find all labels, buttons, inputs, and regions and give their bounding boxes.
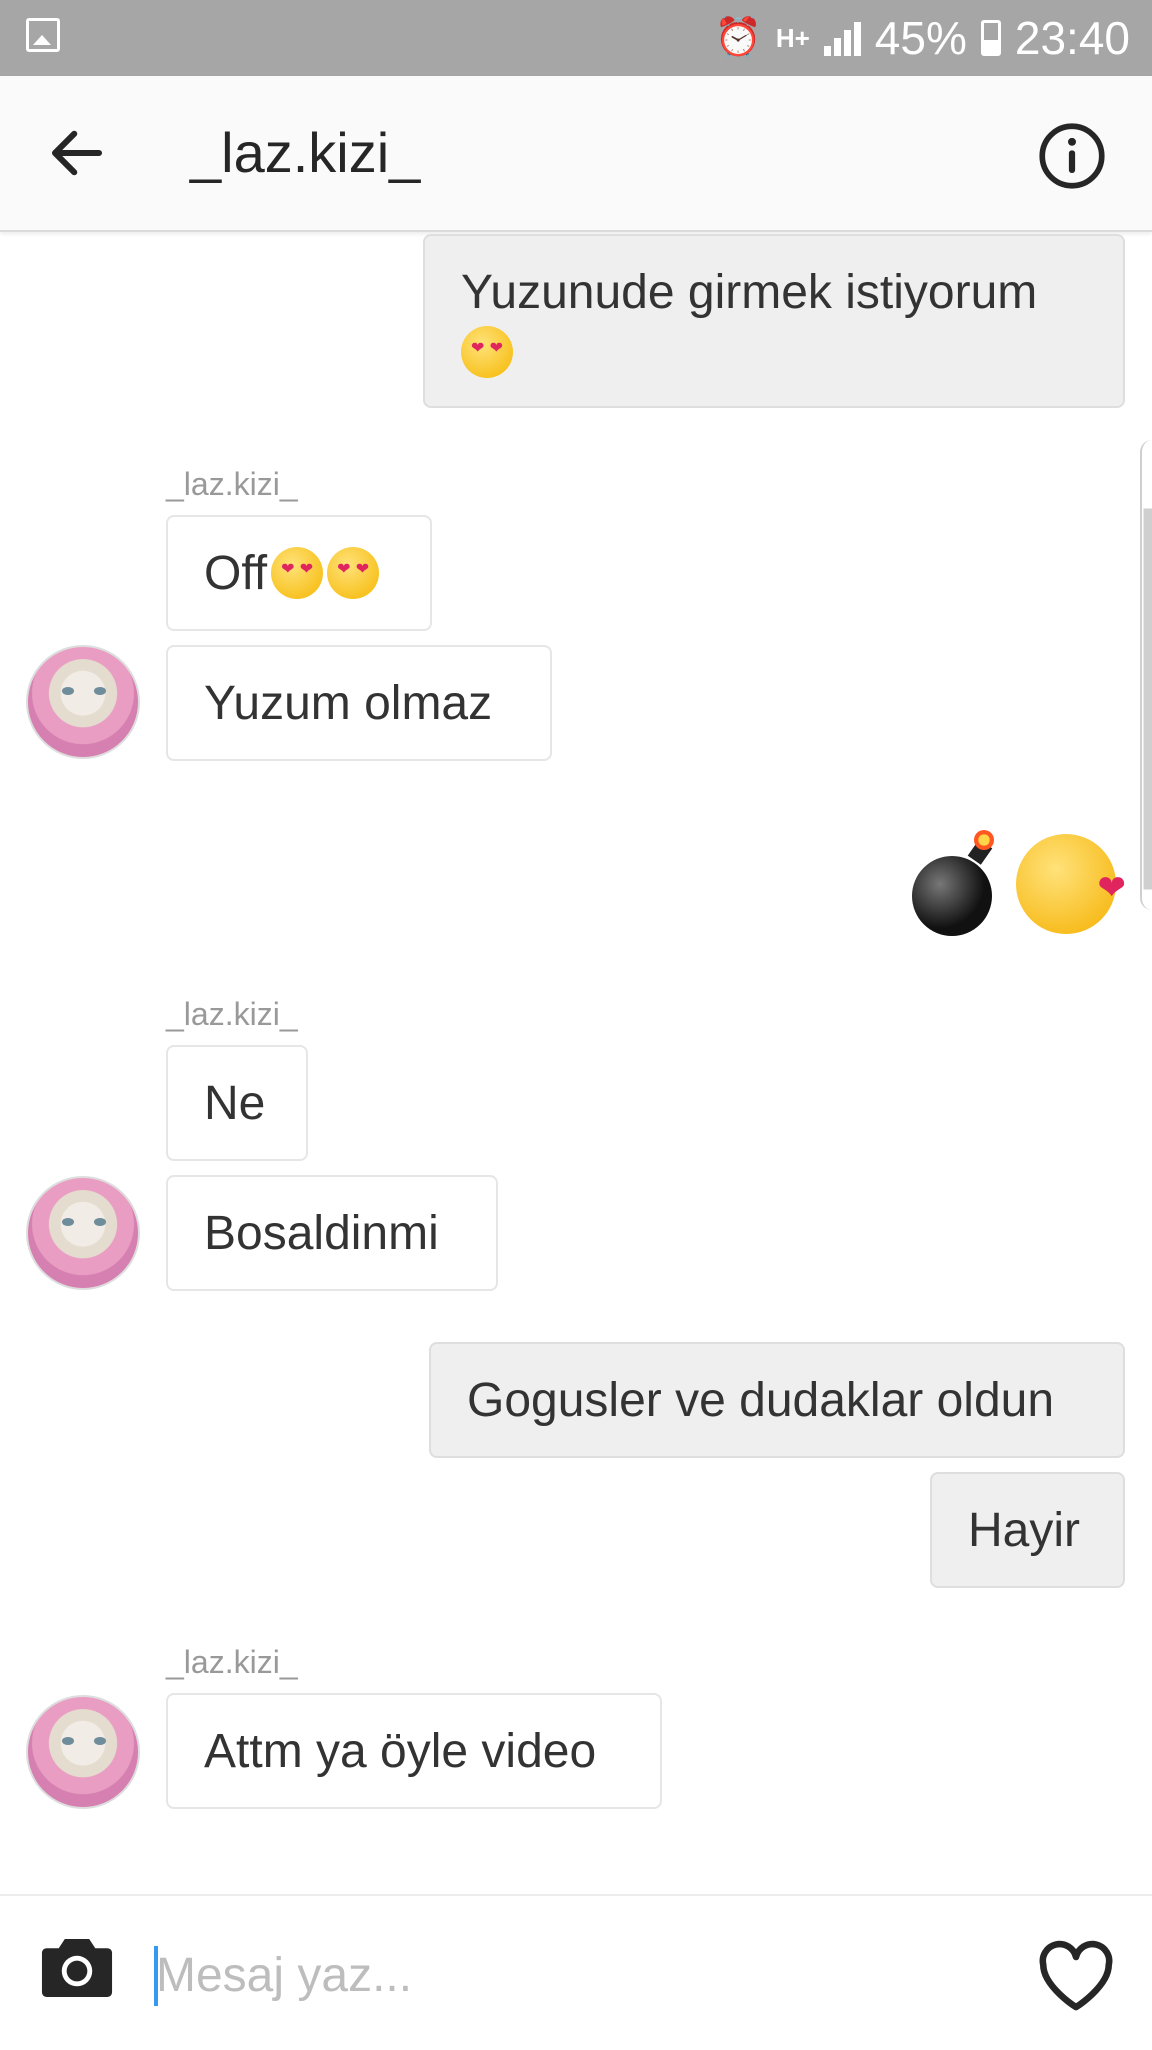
message-bubble-received[interactable]: Attm ya öyle video	[166, 1693, 662, 1809]
conversation-title[interactable]: _laz.kizi_	[190, 120, 420, 185]
message-bubble-sent[interactable]: Hayir	[930, 1472, 1125, 1588]
bomb-emoji	[912, 856, 992, 936]
arrow-left-icon[interactable]	[44, 120, 110, 186]
heart-icon[interactable]	[1036, 1940, 1116, 2012]
heart-eyes-emoji	[271, 547, 324, 599]
avatar[interactable]	[26, 645, 140, 759]
message-composer	[0, 1894, 1152, 2050]
message-text: Gogusler ve dudaklar oldun	[467, 1373, 1055, 1427]
sender-name: _laz.kizi_	[166, 996, 298, 1032]
alarm-icon: ⏰	[714, 17, 762, 59]
bomb-spark	[974, 830, 994, 850]
message-input[interactable]	[156, 1940, 976, 2010]
message-text: Yuzunude girmek istiyorum	[461, 265, 1038, 319]
heart-eyes-emoji	[461, 325, 513, 378]
message-bubble-received[interactable]: Ne	[166, 1045, 308, 1161]
battery-icon	[980, 20, 1001, 56]
heart-eyes-emoji	[327, 547, 380, 599]
avatar[interactable]	[26, 1695, 140, 1809]
signal-icon	[823, 20, 861, 56]
message-text: Hayir	[968, 1503, 1081, 1557]
status-bar: ⏰ H+ 45% 23:40	[0, 0, 1152, 76]
message-text: Bosaldinmi	[204, 1206, 439, 1260]
sender-name: _laz.kizi_	[166, 466, 298, 502]
battery-percent: 45%	[874, 12, 967, 64]
message-bubble-sent[interactable]: Yuzunude girmek istiyorum	[423, 234, 1125, 408]
message-text: Attm ya öyle video	[204, 1724, 597, 1778]
gallery-notification-icon	[26, 18, 60, 52]
message-emoji-sent[interactable]	[900, 826, 1130, 946]
message-bubble-received[interactable]: Bosaldinmi	[166, 1175, 498, 1291]
message-bubble-received[interactable]: Yuzum olmaz	[166, 645, 552, 761]
status-bar-right: ⏰ H+ 45% 23:40	[715, 8, 1131, 68]
scrollbar[interactable]	[1140, 440, 1152, 910]
kissing-heart-emoji	[1016, 834, 1126, 934]
message-bubble-received[interactable]: Off	[166, 515, 432, 631]
sender-name: _laz.kizi_	[166, 1644, 298, 1680]
message-text: Ne	[204, 1076, 266, 1130]
message-bubble-sent[interactable]: Gogusler ve dudaklar oldun	[429, 1342, 1125, 1458]
message-text: Off	[204, 546, 268, 600]
info-icon[interactable]	[1038, 122, 1106, 190]
clock: 23:40	[1014, 12, 1130, 64]
avatar[interactable]	[26, 1176, 140, 1290]
network-type: H+	[775, 22, 810, 53]
chat-header: _laz.kizi_	[0, 76, 1152, 232]
camera-icon[interactable]	[40, 1936, 114, 2000]
message-text: Yuzum olmaz	[204, 676, 493, 730]
